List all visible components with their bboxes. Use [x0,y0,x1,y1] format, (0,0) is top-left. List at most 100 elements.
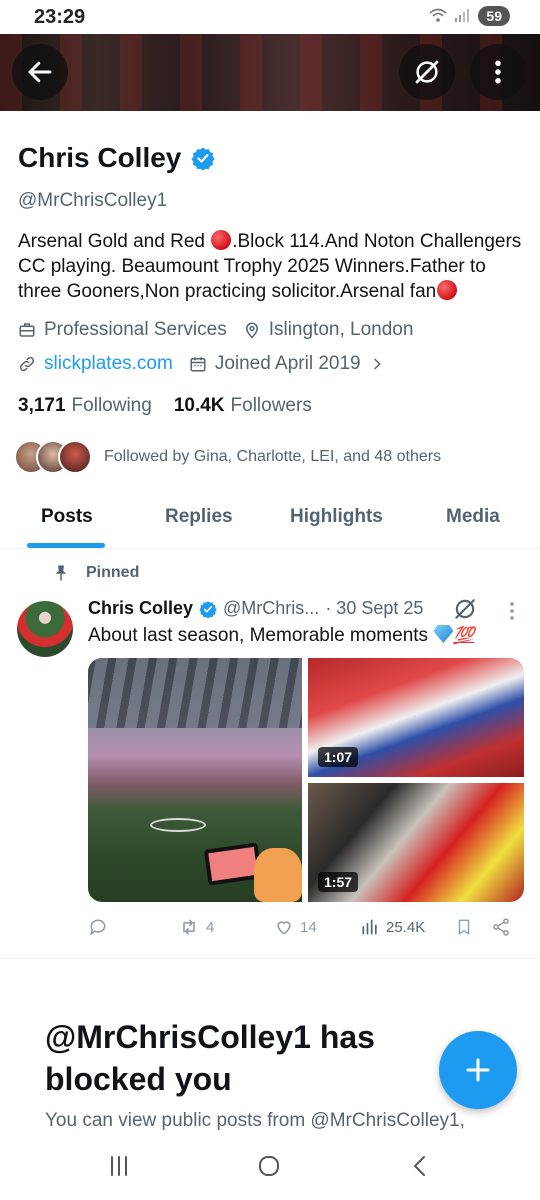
arrow-left-icon [28,61,52,83]
hundred-emoji: 💯 [453,626,475,645]
briefcase-icon [19,323,35,337]
more-vertical-icon[interactable] [507,600,517,622]
profile-joined[interactable]: Joined April 2019 [189,353,385,375]
following-label: Following [71,395,152,416]
home-icon [259,1156,279,1176]
follow-counts: 3,171 Following 10.4K Followers [18,395,312,417]
red-circle-emoji-icon [437,280,458,300]
location-label: Islington, London [268,319,414,340]
verified-badge-icon [199,600,217,618]
post-author-avatar[interactable] [17,601,73,657]
link-icon [19,356,35,372]
reply-button[interactable] [88,917,114,937]
back-nav-button[interactable] [408,1154,432,1183]
post-header: Chris Colley @MrChris... · 30 Sept 25 [88,598,423,619]
grok-button[interactable] [399,44,455,100]
chevron-right-icon [373,358,381,370]
heart-icon [277,921,291,935]
active-tab-indicator [27,543,105,548]
repost-count: 4 [206,918,215,936]
gem-emoji-icon [433,625,454,643]
plus-icon [466,1058,490,1082]
views-chart-icon [362,919,377,935]
profile-meta-row-1: Professional Services Islington, London [18,319,429,341]
repost-button[interactable]: 4 [178,917,214,937]
post-date[interactable]: · 30 Sept 25 [325,598,423,619]
stadium-roof [88,658,302,728]
tab-highlights[interactable]: Highlights [290,506,383,528]
profile-banner [0,34,540,111]
post-media-grid: 1:07 1:57 [88,658,524,902]
pinned-label: Pinned [86,564,140,581]
blocked-title: @MrChrisColley1 has blocked you [45,1019,375,1097]
joined-label: Joined April 2019 [214,353,361,374]
followers-count: 10.4K [173,395,225,416]
post-text: About last season, Memorable moments 💯 [88,625,475,647]
tab-posts[interactable]: Posts [41,506,93,528]
champions-league-logo [150,818,206,832]
profile-handle: @MrChrisColley1 [18,190,168,211]
more-options-button[interactable] [470,44,526,100]
post-text-content: About last season, Memorable moments [88,625,434,646]
followers-link[interactable]: 10.4K Followers [174,395,312,417]
share-icon [493,918,509,936]
following-count: 3,171 [18,395,66,416]
reply-icon [90,919,106,936]
home-button[interactable] [257,1154,281,1183]
section-divider [0,958,540,959]
profile-website[interactable]: slickplates.com [18,353,173,375]
profile-meta-row-2: slickplates.com Joined April 2019 [18,353,401,375]
compose-post-button[interactable] [439,1031,517,1109]
views-count: 25.4K [386,918,426,936]
chevron-left-icon [414,1156,425,1176]
status-bar: 23:29 59 [0,0,540,34]
back-button[interactable] [12,44,68,100]
status-icons: 59 [428,6,510,26]
like-count: 14 [300,918,317,936]
grok-icon [415,60,439,84]
bookmark-button[interactable] [455,917,473,937]
video-duration: 1:57 [318,872,359,892]
calendar-icon [190,357,206,372]
more-vertical-icon [495,60,501,84]
profile-tabs: Posts Replies Highlights Media [0,486,540,549]
blocked-subtitle: You can view public posts from @MrChrisC… [45,1110,465,1131]
red-circle-emoji-icon [211,230,232,250]
post-media-video[interactable]: 1:57 [308,783,524,902]
tab-media[interactable]: Media [446,506,500,528]
grok-icon[interactable] [452,596,478,622]
tab-replies[interactable]: Replies [165,506,233,528]
post-media-image[interactable] [88,658,302,902]
status-time: 23:29 [34,6,86,28]
followed-by-text: Followed by Gina, Charlotte, LEI, and 48… [104,448,442,465]
profile-location: Islington, London [243,319,414,341]
profile-bio: Arsenal Gold and Red .Block 114.And Noto… [18,229,528,304]
bookmark-icon [458,919,470,935]
followed-by-row[interactable]: Followed by Gina, Charlotte, LEI, and 48… [14,440,441,474]
hand [254,848,302,902]
profile-category: Professional Services [18,319,227,341]
video-duration: 1:07 [318,747,359,767]
bio-text-1: Arsenal Gold and Red [18,231,211,252]
pin-icon [55,565,67,581]
website-link[interactable]: slickplates.com [44,353,173,375]
repost-icon [183,919,195,935]
share-button[interactable] [491,917,511,937]
follower-avatar [58,440,92,474]
system-navigation-bar [0,1136,540,1200]
followers-label: Followers [230,395,312,416]
post-actions: 4 14 25.4K [88,917,518,941]
following-link[interactable]: 3,171 Following [18,395,152,417]
wifi-icon [428,7,448,26]
location-pin-icon [245,322,258,339]
signal-icon [454,8,472,25]
like-button[interactable]: 14 [274,917,317,937]
pinned-label-row: Pinned [52,563,139,583]
recent-apps-icon [111,1156,127,1176]
views-button[interactable]: 25.4K [360,917,425,937]
category-label: Professional Services [44,319,227,340]
recent-apps-button[interactable] [107,1154,131,1183]
verified-badge-icon[interactable] [191,146,215,170]
post-author-name[interactable]: Chris Colley [88,598,193,619]
post-media-video[interactable]: 1:07 [308,658,524,777]
